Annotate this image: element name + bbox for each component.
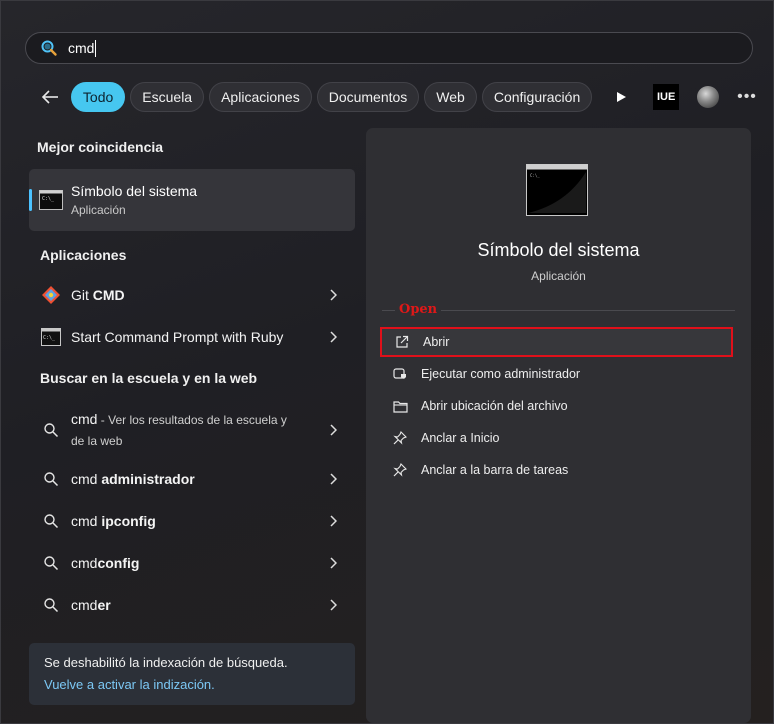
app-label: Git CMD (71, 287, 125, 303)
indexing-notice: Se deshabilitó la indexación de búsqueda… (29, 643, 355, 705)
action-label: Abrir ubicación del archivo (421, 399, 568, 413)
search-icon (39, 418, 63, 442)
best-match-title: Símbolo del sistema (71, 183, 198, 199)
app-label: Start Command Prompt with Ruby (71, 329, 284, 345)
chevron-right-icon[interactable] (327, 515, 339, 527)
action-label: Anclar a la barra de tareas (421, 463, 569, 477)
best-match-item[interactable]: C:\_ Símbolo del sistema Aplicación (29, 169, 355, 231)
search-icon (39, 467, 63, 491)
open-action[interactable]: Abrir (380, 327, 733, 357)
app-item-ruby-prompt[interactable]: C:\_ Start Command Prompt with Ruby (29, 316, 355, 358)
search-input[interactable]: cmd (68, 40, 94, 56)
chevron-right-icon[interactable] (327, 424, 339, 436)
filter-chip-aplicaciones[interactable]: Aplicaciones (209, 82, 312, 112)
reenable-indexing-link[interactable]: Vuelve a activar la indización. (44, 677, 340, 692)
pin-to-taskbar-action[interactable]: Anclar a la barra de tareas (380, 455, 733, 485)
search-box[interactable]: cmd (25, 32, 753, 64)
indexing-notice-text: Se deshabilitó la indexación de búsqueda… (44, 655, 288, 670)
search-icon (39, 551, 63, 575)
action-label: Abrir (423, 335, 450, 349)
preview-pane: C:\_ Símbolo del sistema Aplicación Open… (366, 128, 751, 723)
web-result-cmder[interactable]: cmder (29, 584, 355, 626)
more-options-icon[interactable]: ••• (737, 87, 757, 107)
web-result-label: cmdconfig (71, 555, 140, 571)
search-icon (40, 39, 58, 57)
git-icon (39, 283, 63, 307)
chevron-right-icon[interactable] (327, 289, 339, 301)
preview-subtitle: Aplicación (531, 269, 586, 283)
apps-heading: Aplicaciones (40, 247, 127, 263)
preview-title: Símbolo del sistema (477, 240, 640, 260)
command-prompt-icon: C:\_ (39, 325, 63, 349)
pin-icon (392, 430, 408, 446)
web-result-label: cmder (71, 597, 111, 613)
command-prompt-icon: C:\_ (526, 164, 588, 216)
org-badge[interactable]: IUE (653, 84, 680, 110)
filter-chip-documentos[interactable]: Documentos (316, 82, 420, 112)
annotation-label: Open (395, 302, 442, 317)
web-result-label: cmd - Ver los resultados de la escuela y… (71, 411, 287, 448)
web-result-ipconfig[interactable]: cmd ipconfig (29, 500, 355, 542)
web-result-cmdconfig[interactable]: cmdconfig (29, 542, 355, 584)
web-result-label: cmd ipconfig (71, 513, 156, 529)
pin-icon (392, 462, 408, 478)
svg-text:C:\_: C:\_ (43, 335, 56, 341)
web-result-label: cmd administrador (71, 471, 195, 487)
web-result-administrador[interactable]: cmd administrador (29, 458, 355, 500)
pin-to-start-action[interactable]: Anclar a Inicio (380, 423, 733, 453)
best-match-subtitle: Aplicación (71, 203, 126, 217)
selection-indicator (29, 189, 32, 211)
web-heading: Buscar en la escuela y en la web (40, 370, 258, 386)
back-arrow-icon[interactable] (37, 84, 63, 110)
chevron-right-icon[interactable] (327, 599, 339, 611)
web-result-cmd[interactable]: cmd - Ver los resultados de la escuela y… (29, 405, 355, 455)
search-icon (39, 509, 63, 533)
more-filters-play-icon[interactable] (611, 87, 631, 107)
best-match-heading: Mejor coincidencia (37, 139, 164, 155)
text-caret (95, 39, 97, 57)
filter-chip-todo[interactable]: Todo (70, 82, 126, 112)
action-label: Anclar a Inicio (421, 431, 500, 445)
run-as-admin-action[interactable]: Ejecutar como administrador (380, 359, 733, 389)
chevron-right-icon[interactable] (327, 331, 339, 343)
action-label: Ejecutar como administrador (421, 367, 581, 381)
filter-chip-web[interactable]: Web (424, 82, 477, 112)
filter-chip-configuracion[interactable]: Configuración (481, 82, 593, 112)
chevron-right-icon[interactable] (327, 473, 339, 485)
app-item-git-cmd[interactable]: Git CMD (29, 274, 355, 316)
open-external-icon (394, 334, 410, 350)
svg-text:C:\_: C:\_ (42, 196, 55, 202)
open-file-location-action[interactable]: Abrir ubicación del archivo (380, 391, 733, 421)
shield-admin-icon (392, 366, 408, 382)
command-prompt-icon: C:\_ (39, 190, 63, 210)
svg-text:C:\_: C:\_ (530, 173, 540, 178)
search-icon (39, 593, 63, 617)
start-search-window: cmd Todo Escuela Aplicaciones Documentos… (0, 0, 774, 724)
filter-chip-escuela[interactable]: Escuela (130, 82, 205, 112)
avatar[interactable] (697, 86, 720, 108)
chevron-right-icon[interactable] (327, 557, 339, 569)
filter-row: Todo Escuela Aplicaciones Documentos Web… (37, 81, 757, 113)
folder-icon (392, 398, 408, 414)
